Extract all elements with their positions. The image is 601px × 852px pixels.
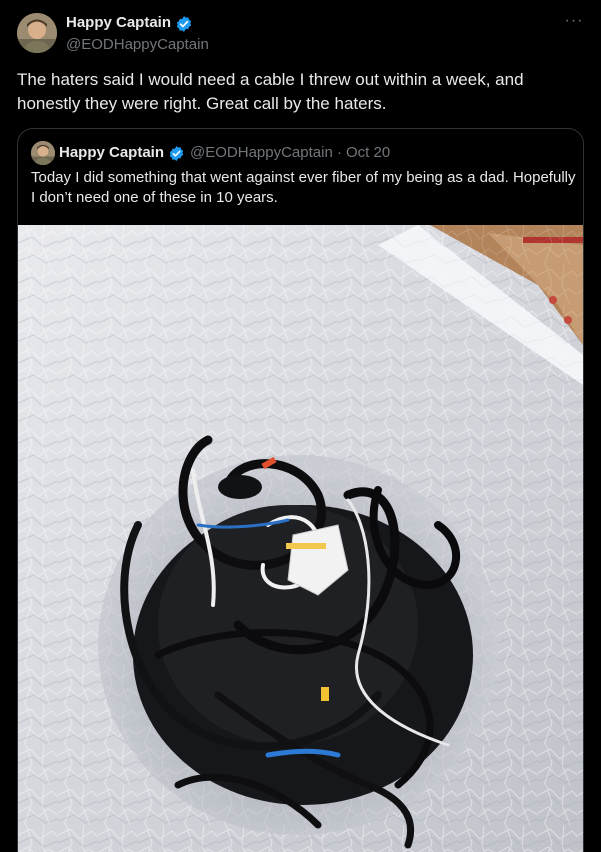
more-options-icon[interactable]: ··· [560,12,588,32]
quoted-tweet-text: Today I did something that went against … [31,169,576,206]
tweet-text: The haters said I would need a cable I t… [17,70,524,113]
separator-dot: · [337,144,342,161]
author-avatar[interactable] [17,13,57,53]
quoted-author-avatar[interactable] [31,141,55,165]
quoted-author-handle[interactable]: @EODHappyCaptain [190,144,333,161]
author-handle[interactable]: @EODHappyCaptain [66,36,209,53]
author-name[interactable]: Happy Captain [66,14,171,31]
tweet-photo[interactable] [18,225,583,852]
verified-badge-icon [175,15,193,33]
quoted-author-name[interactable]: Happy Captain [59,144,164,161]
tweet: Happy Captain @EODHappyCaptain ··· The h… [0,0,601,852]
verified-badge-icon [168,145,185,162]
quoted-tweet-date[interactable]: Oct 20 [346,144,390,161]
